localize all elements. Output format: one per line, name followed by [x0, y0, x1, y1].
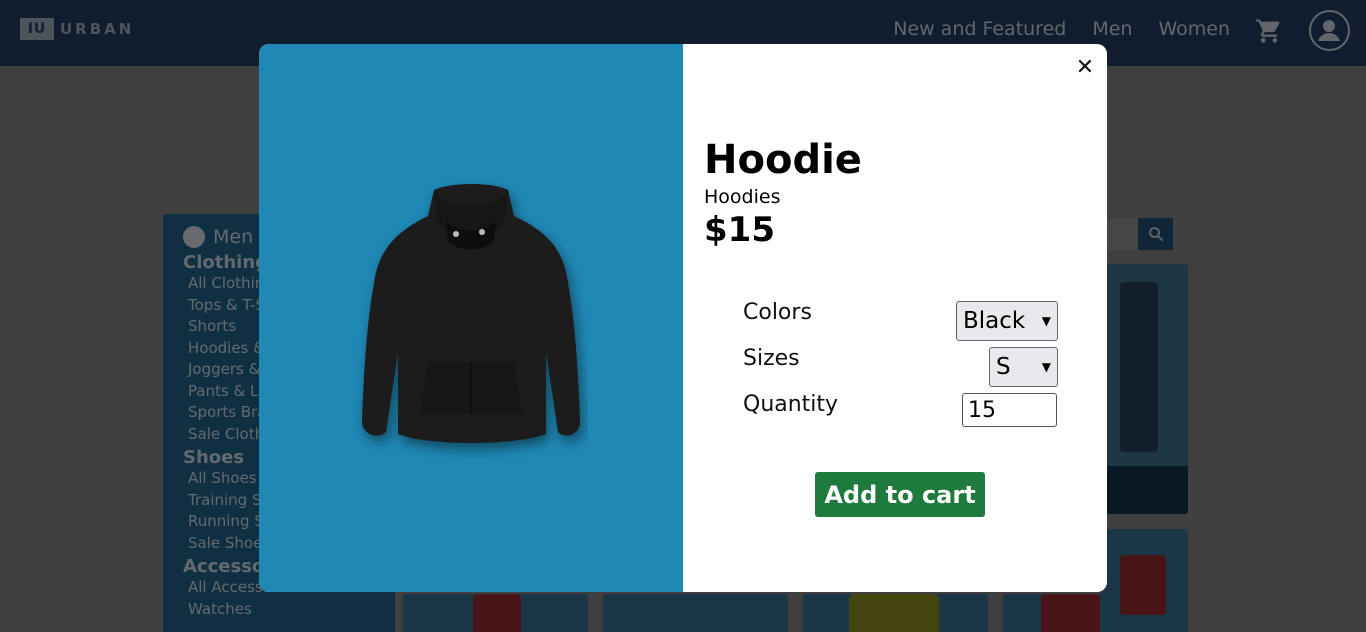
color-select[interactable]: Black ▼ [956, 301, 1058, 341]
colors-label: Colors [743, 300, 812, 325]
quantity-input[interactable] [962, 393, 1057, 427]
size-select[interactable]: S ▼ [989, 347, 1058, 387]
close-button[interactable]: ✕ [1071, 54, 1099, 82]
color-select-value: Black [963, 308, 1026, 334]
quantity-label: Quantity [743, 392, 839, 417]
product-modal: ✕ Hoodie Hoodies $15 Colors Black ▼ Size… [259, 44, 1107, 592]
size-select-value: S [996, 354, 1011, 380]
product-category: Hoodies [704, 186, 781, 208]
product-image-panel [259, 44, 683, 592]
product-title: Hoodie [704, 137, 862, 183]
sizes-label: Sizes [743, 346, 800, 371]
chevron-down-icon: ▼ [1041, 360, 1051, 374]
hoodie-image [362, 184, 580, 443]
product-price: $15 [704, 210, 775, 250]
chevron-down-icon: ▼ [1041, 314, 1051, 328]
add-to-cart-button[interactable]: Add to cart [815, 472, 985, 517]
product-info: Hoodie Hoodies $15 [704, 138, 862, 250]
